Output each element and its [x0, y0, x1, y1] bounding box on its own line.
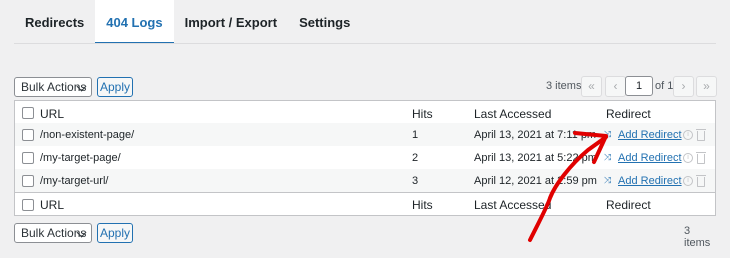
tab-bar: Redirects 404 Logs Import / Export Setti…: [14, 0, 361, 44]
column-redirect-footer: Redirect: [606, 198, 651, 212]
tabs-divider: [14, 43, 716, 44]
total-pages: of 1: [655, 80, 674, 92]
tab-import-export[interactable]: Import / Export: [174, 0, 288, 44]
table-row: /non-existent-page/ 1 April 13, 2021 at …: [15, 123, 715, 146]
trash-icon[interactable]: [696, 152, 706, 164]
shuffle-icon: ⤨: [604, 152, 612, 162]
apply-button-bottom[interactable]: Apply: [97, 223, 133, 243]
add-redirect-link[interactable]: Add Redirect: [618, 152, 682, 164]
column-hits-footer[interactable]: Hits: [412, 198, 433, 212]
info-icon[interactable]: i: [683, 130, 693, 140]
row-checkbox[interactable]: [22, 175, 34, 187]
row-last-accessed: April 13, 2021 at 5:22 pm: [474, 152, 597, 164]
column-last-accessed-footer[interactable]: Last Accessed: [474, 198, 551, 212]
trash-icon[interactable]: [696, 129, 706, 141]
table-row: /my-target-url/ 3 April 12, 2021 at 2:59…: [15, 169, 715, 192]
table-row: /my-target-page/ 2 April 13, 2021 at 5:2…: [15, 146, 715, 169]
tab-404-logs[interactable]: 404 Logs: [95, 0, 174, 44]
top-tablenav: Bulk Actions Apply 3 items « ‹ 1 of 1 › …: [14, 76, 717, 97]
column-url[interactable]: URL: [40, 107, 64, 121]
select-all-checkbox-footer[interactable]: [22, 199, 34, 211]
column-hits[interactable]: Hits: [412, 107, 433, 121]
shuffle-icon: ⤨: [604, 129, 612, 139]
info-icon[interactable]: i: [683, 153, 693, 163]
tab-settings[interactable]: Settings: [288, 0, 361, 44]
column-url-footer[interactable]: URL: [40, 198, 64, 212]
row-checkbox[interactable]: [22, 129, 34, 141]
shuffle-icon: ⤨: [604, 175, 612, 185]
add-redirect-link[interactable]: Add Redirect: [618, 175, 682, 187]
bulk-actions-select[interactable]: Bulk Actions: [14, 77, 92, 97]
info-icon[interactable]: i: [683, 176, 693, 186]
first-page-button[interactable]: «: [581, 76, 602, 97]
prev-page-button[interactable]: ‹: [605, 76, 626, 97]
row-url: /my-target-url/: [40, 175, 109, 187]
column-last-accessed[interactable]: Last Accessed: [474, 107, 551, 121]
row-checkbox[interactable]: [22, 152, 34, 164]
row-hits: 2: [412, 152, 419, 164]
row-hits: 3: [412, 175, 419, 187]
bottom-tablenav: Bulk Actions Apply 3 items: [14, 223, 716, 249]
apply-button[interactable]: Apply: [97, 77, 133, 97]
row-last-accessed: April 13, 2021 at 7:11 pm: [474, 129, 597, 141]
last-page-button[interactable]: »: [696, 76, 717, 97]
row-url: /my-target-page/: [40, 152, 121, 164]
add-redirect-link[interactable]: Add Redirect: [618, 129, 682, 141]
items-count-bottom: 3 items: [684, 225, 711, 249]
column-redirect: Redirect: [606, 107, 651, 121]
trash-icon[interactable]: [696, 175, 706, 187]
select-all-checkbox[interactable]: [22, 107, 34, 119]
logs-table: URL Hits Last Accessed Redirect /non-exi…: [14, 100, 716, 216]
row-hits: 1: [412, 129, 419, 141]
table-footer: URL Hits Last Accessed Redirect: [15, 192, 715, 217]
tab-redirects[interactable]: Redirects: [14, 0, 95, 44]
current-page-input[interactable]: 1: [625, 76, 653, 96]
row-url: /non-existent-page/: [40, 129, 135, 141]
next-page-button[interactable]: ›: [673, 76, 694, 97]
table-header: URL Hits Last Accessed Redirect: [15, 101, 715, 125]
items-count: 3 items: [546, 80, 582, 92]
row-last-accessed: April 12, 2021 at 2:59 pm: [474, 175, 597, 187]
bulk-actions-select-bottom[interactable]: Bulk Actions: [14, 223, 92, 243]
